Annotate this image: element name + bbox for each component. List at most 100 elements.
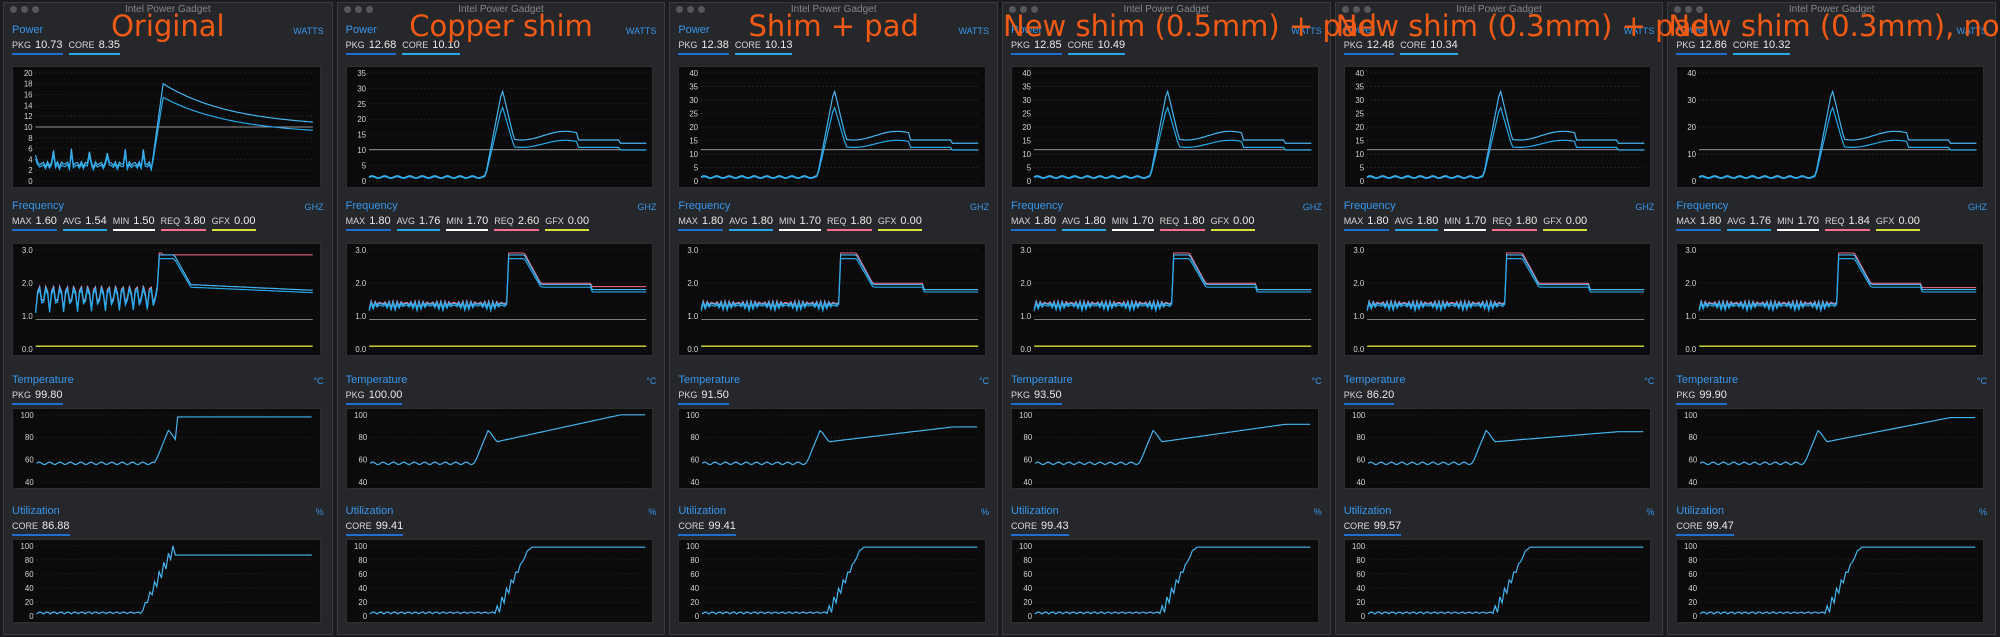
window-title: Intel Power Gadget — [458, 4, 544, 15]
avg-metric-value: 1.76 — [418, 215, 441, 227]
utilization-plot-svg: 100 80 60 40 20 0 — [1684, 542, 1976, 621]
utilization-unit: % — [648, 507, 657, 517]
core-util-metric-color-bar — [678, 534, 736, 536]
power-metrics: PKG 10.73 CORE 8.35 — [12, 39, 126, 55]
power-gadget-window: Intel Power Gadget New shim (0.5mm) + pad… — [1002, 2, 1377, 635]
core-metric-value: 10.32 — [1762, 39, 1791, 51]
core-util-metric-color-bar — [1011, 534, 1069, 536]
frequency-title: Frequency — [1676, 200, 1729, 212]
core-metric: CORE 10.10 — [402, 39, 460, 55]
temperature-metrics: PKG 100.00 — [345, 389, 409, 405]
utilization-section: Utilization% CORE 99.41 100 80 60 40 20 0 — [670, 505, 997, 630]
pkg-temp-metric: PKG 100.00 — [345, 389, 403, 405]
pkg-metric-label: PKG — [12, 40, 32, 50]
y-tick-label: 5 — [694, 164, 699, 173]
pkg-temp-metric: PKG 91.50 — [678, 389, 729, 405]
y-tick-label: 30 — [1022, 96, 1031, 105]
core-util-metric-value: 99.41 — [708, 520, 736, 532]
pkg-temp-metric-value: 99.90 — [1699, 389, 1727, 401]
y-tick-label: 40 — [691, 478, 700, 487]
y-tick-label: 80 — [1024, 433, 1033, 442]
max-metric-color-bar — [1343, 229, 1389, 231]
pkg-metric-label: PKG — [345, 40, 365, 50]
req-metric-color-bar — [494, 229, 540, 231]
req-metric-label: REQ — [1492, 216, 1512, 226]
pkg-temp-metric-label: PKG — [12, 390, 32, 400]
y-tick-label: 1.0 — [355, 312, 367, 321]
y-tick-label: 0.0 — [688, 345, 700, 354]
req-metric-value: 1.80 — [1183, 215, 1205, 227]
core-util-metric: CORE 99.57 — [1343, 520, 1402, 536]
core-util-metric-value: 86.88 — [42, 520, 70, 532]
y-tick-label: 100 — [354, 542, 368, 551]
core-util-metric: CORE 99.41 — [678, 520, 736, 536]
pkg-metric: PKG 12.68 — [345, 39, 397, 55]
utilization-metrics: CORE 99.43 — [1011, 520, 1075, 536]
gfx-metric-label: GFX — [1875, 216, 1895, 226]
y-tick-label: 2.0 — [1686, 279, 1698, 288]
temperature-plot: 100 80 60 40 — [1676, 408, 1985, 489]
core-metric-label: CORE — [402, 40, 429, 50]
power-plot-svg: 35 30 25 20 15 10 5 0 — [357, 69, 647, 186]
core-util-trace — [1034, 546, 1311, 615]
max-metric-color-bar — [678, 229, 724, 231]
y-tick-label: 10 — [1688, 150, 1697, 159]
y-tick-label: 100 — [1352, 411, 1366, 420]
temperature-metrics: PKG 99.90 — [1676, 389, 1733, 405]
frequency-unit: GHZ — [1302, 202, 1322, 212]
req-metric-value: 2.60 — [517, 215, 540, 227]
temperature-plot-svg: 100 80 60 40 — [1019, 411, 1311, 487]
gfx-metric-label: GFX — [211, 216, 231, 226]
y-tick-label: 25 — [1355, 109, 1364, 118]
req-metric: REQ 1.80 — [1159, 215, 1205, 231]
pkg-trace — [1366, 89, 1645, 179]
min-metric-label: MIN — [1777, 216, 1794, 226]
pkg-temp-metric-value: 86.20 — [1366, 389, 1395, 401]
y-tick-label: 0.0 — [355, 345, 367, 354]
y-tick-label: 2.0 — [688, 279, 700, 288]
power-gadget-window: Intel Power Gadget Original Power WATTS PKG 1… — [3, 2, 333, 635]
y-tick-label: 0 — [28, 177, 33, 186]
avg-metric-color-bar — [396, 229, 441, 231]
temperature-plot-svg: 100 80 60 40 — [1685, 411, 1976, 487]
pkg-metric-value: 12.48 — [1366, 39, 1395, 51]
max-metric-color-bar — [12, 229, 57, 231]
y-tick-label: 60 — [25, 456, 34, 465]
core-metric-label: CORE — [1067, 40, 1094, 50]
core-metric-value: 10.13 — [764, 39, 793, 51]
y-tick-label: 1.0 — [1020, 312, 1032, 321]
y-tick-label: 5 — [1027, 164, 1032, 173]
frequency-plot: 3.0 2.0 1.0 0.0 — [1676, 243, 1985, 356]
y-tick-label: 30 — [690, 96, 699, 105]
frequency-section: Frequency GHZ MAX 1.80 AVG 1.76 MIN 1.70 REQ 2.60… — [338, 200, 665, 360]
utilization-title: Utilization — [1343, 505, 1392, 517]
frequency-plot-svg: 3.0 2.0 1.0 0.0 — [22, 246, 313, 354]
utilization-unit: % — [315, 507, 324, 517]
core-util-metric: CORE 99.43 — [1011, 520, 1069, 536]
power-unit: WATTS — [293, 26, 324, 36]
y-tick-label: 15 — [690, 136, 699, 145]
utilization-section: Utilization% CORE 99.43 100 80 60 40 20 0 — [1003, 505, 1330, 630]
frequency-plot: 3.0 2.0 1.0 0.0 — [1343, 243, 1652, 356]
avg-metric-label: AVG — [729, 216, 748, 226]
core-metric: CORE 10.49 — [1067, 39, 1126, 55]
utilization-unit: % — [1979, 507, 1988, 517]
y-tick-label: 20 — [690, 123, 699, 132]
pkg-metric: PKG 10.73 — [12, 39, 63, 55]
avg-metric: AVG 1.54 — [62, 215, 107, 231]
utilization-metrics: CORE 99.41 — [345, 520, 410, 536]
utilization-metrics: CORE 99.57 — [1343, 520, 1408, 536]
y-tick-label: 35 — [1022, 82, 1031, 91]
pkg-temp-metric-color-bar — [1343, 403, 1395, 405]
y-tick-label: 3.0 — [355, 246, 367, 255]
avg-metric-color-bar — [62, 229, 107, 231]
y-tick-label: 0 — [1359, 177, 1364, 186]
y-tick-label: 35 — [1355, 82, 1364, 91]
gfx-metric: GFX 0.00 — [211, 215, 256, 231]
temperature-section: Temperature °C PKG 91.50 100 80 60 40 — [670, 374, 997, 494]
utilization-title: Utilization — [1676, 505, 1725, 517]
pkg-metric-label: PKG — [678, 40, 698, 50]
avg-metric-color-bar — [1727, 229, 1772, 231]
y-tick-label: 100 — [1019, 411, 1033, 420]
pkg-metric-color-bar — [1676, 53, 1727, 55]
